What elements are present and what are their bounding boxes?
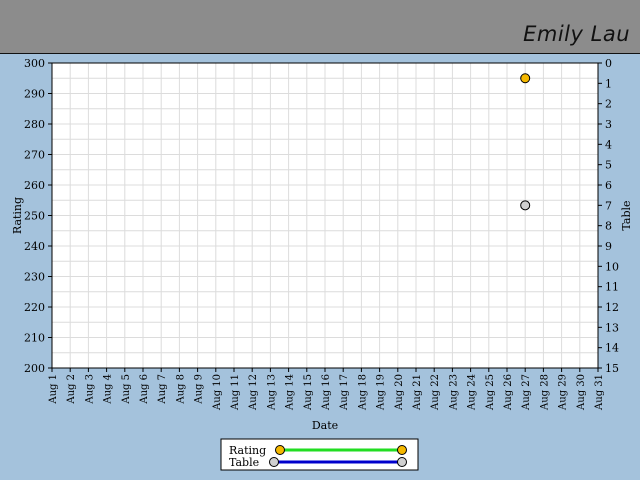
- x-tick-label: Aug 28: [539, 374, 550, 411]
- x-tick-label: Aug 14: [285, 374, 296, 411]
- y-tick-label: 270: [24, 149, 45, 162]
- y2-tick-label: 15: [605, 362, 619, 375]
- x-tick-label: Aug 3: [84, 374, 95, 405]
- x-tick-label: Aug 15: [303, 374, 314, 411]
- y-tick-label: 230: [24, 271, 45, 284]
- x-tick-label: Aug 27: [521, 374, 532, 411]
- legend-label-table: Table: [229, 456, 259, 469]
- x-tick-label: Aug 8: [175, 374, 186, 405]
- y-tick-label: 240: [24, 240, 45, 253]
- legend-marker-rating: [275, 445, 285, 455]
- y2-tick-label: 4: [605, 138, 612, 151]
- y-axis-label: Rating: [11, 197, 24, 234]
- x-tick-label: Aug 22: [430, 374, 441, 411]
- y2-tick-label: 1: [605, 77, 612, 90]
- x-tick-label: Aug 25: [485, 374, 496, 411]
- y2-tick-label: 3: [605, 118, 612, 131]
- x-tick-label: Aug 7: [157, 374, 168, 405]
- y-tick-label: 260: [24, 179, 45, 192]
- y-tick-label: 210: [24, 332, 45, 345]
- data-point-rating: [520, 73, 531, 84]
- y-tick-label: 250: [24, 210, 45, 223]
- legend-marker-table: [397, 457, 407, 467]
- x-tick-label: Aug 31: [594, 374, 605, 411]
- x-tick-label: Aug 11: [230, 374, 241, 411]
- x-tick-label: Aug 23: [448, 374, 459, 411]
- y2-tick-label: 6: [605, 179, 612, 192]
- x-axis-label: Date: [312, 419, 338, 432]
- x-tick-label: Aug 26: [503, 374, 514, 411]
- x-tick-label: Aug 12: [248, 374, 259, 411]
- y2-tick-label: 11: [605, 281, 619, 294]
- y-tick-label: 200: [24, 362, 45, 375]
- y-tick-label: 300: [24, 57, 45, 70]
- data-point-table: [520, 200, 531, 211]
- x-tick-label: Aug 16: [321, 374, 332, 411]
- x-tick-label: Aug 5: [121, 374, 132, 405]
- y2-tick-label: 12: [605, 301, 619, 314]
- y2-tick-label: 14: [605, 342, 619, 355]
- x-tick-label: Aug 1: [48, 374, 59, 405]
- y2-tick-label: 5: [605, 159, 612, 172]
- y2-tick-label: 8: [605, 220, 612, 233]
- x-tick-label: Aug 13: [266, 374, 277, 411]
- legend-marker-table: [269, 457, 279, 467]
- y2-axis-label: Table: [620, 200, 633, 230]
- y2-tick-label: 9: [605, 240, 612, 253]
- y2-tick-label: 13: [605, 321, 619, 334]
- y-tick-label: 290: [24, 88, 45, 101]
- x-tick-label: Aug 4: [103, 374, 114, 405]
- y-tick-label: 280: [24, 118, 45, 131]
- y2-tick-label: 7: [605, 199, 612, 212]
- x-tick-label: Aug 24: [467, 374, 478, 411]
- rating-chart: 200210220230240250260270280290300 0123456…: [11, 57, 633, 471]
- x-tick-label: Aug 30: [576, 374, 587, 411]
- legend-marker-rating: [397, 445, 407, 455]
- x-tick-label: Aug 21: [412, 374, 423, 411]
- x-tick-label: Aug 6: [139, 374, 150, 405]
- x-tick-label: Aug 9: [194, 374, 205, 405]
- x-tick-label: Aug 20: [394, 374, 405, 411]
- x-tick-label: Aug 17: [339, 374, 350, 411]
- x-tick-label: Aug 19: [376, 374, 387, 411]
- y2-tick-label: 2: [605, 98, 612, 111]
- y2-tick-label: 10: [605, 260, 619, 273]
- x-tick-label: Aug 29: [558, 374, 569, 411]
- x-tick-label: Aug 2: [66, 374, 77, 405]
- y-tick-label: 220: [24, 301, 45, 314]
- y2-tick-label: 0: [605, 57, 612, 70]
- x-tick-label: Aug 18: [357, 374, 368, 411]
- x-tick-label: Aug 10: [212, 374, 223, 411]
